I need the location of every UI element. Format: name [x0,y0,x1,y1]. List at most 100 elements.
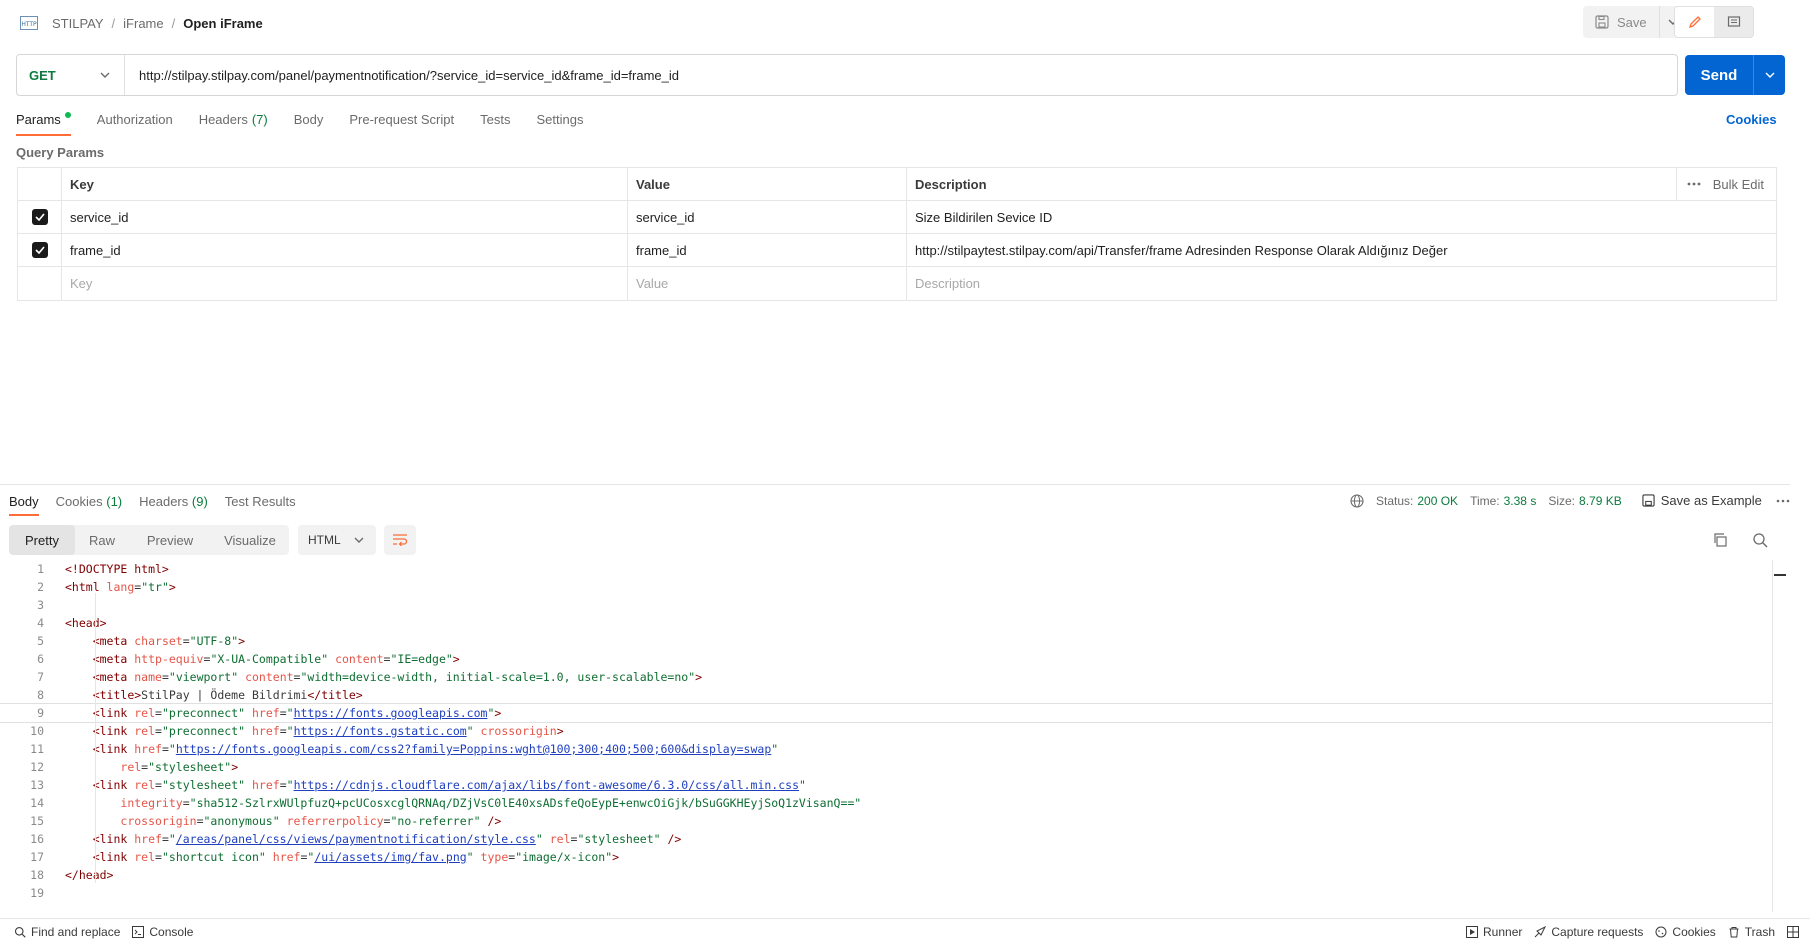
edit-mode-button[interactable] [1675,7,1714,37]
line-number: 2 [37,580,44,594]
tab-response-body[interactable]: Body [9,492,39,520]
format-raw[interactable]: Raw [75,525,129,555]
code-line: 15 crossorigin="anonymous" referrerpolic… [0,812,1772,830]
code-text: <html lang="tr"> [65,580,176,594]
tab-params[interactable]: Params [16,106,71,136]
line-number: 1 [37,562,44,576]
header-value: Value [628,168,907,200]
tab-tests[interactable]: Tests [480,106,510,136]
tab-body[interactable]: Body [294,106,324,136]
editor-scrollbar[interactable] [1772,560,1773,912]
runner-icon [1466,926,1478,938]
query-params-table: Key Value Description Bulk Edit service_… [17,167,1777,301]
chevron-down-icon [354,537,364,543]
code-line: 5 <meta charset="UTF-8"> [0,632,1772,650]
param-description[interactable]: http://stilpaytest.stilpay.com/api/Trans… [907,234,1776,266]
save-button[interactable]: Save [1583,6,1659,38]
format-preview[interactable]: Preview [129,525,211,555]
param-key[interactable]: frame_id [62,234,628,266]
more-options-icon[interactable] [1776,499,1790,503]
copy-icon[interactable] [1712,532,1728,548]
line-number: 8 [37,688,44,702]
request-tabs: Params Authorization Headers (7) Body Pre… [16,106,609,136]
param-key[interactable]: service_id [62,201,628,233]
tab-settings[interactable]: Settings [536,106,583,136]
code-line: 1 <!DOCTYPE html> [0,560,1772,578]
code-line: 19 [0,884,1772,902]
response-status-bar: Status: 200 OK Time: 3.38 s Size: 8.79 KB S… [1350,493,1790,508]
breadcrumb-collection[interactable]: STILPAY [52,16,104,31]
send-options-button[interactable] [1753,55,1785,95]
pane-divider[interactable] [0,484,1790,485]
find-replace-button[interactable]: Find and replace [14,925,120,939]
cookies-button[interactable]: Cookies [1655,925,1716,939]
row-checkbox[interactable] [31,242,48,258]
line-number: 16 [30,832,44,846]
param-value[interactable]: service_id [628,201,907,233]
request-name[interactable]: Open iFrame [183,16,262,31]
code-line: 3 [0,596,1772,614]
comments-button[interactable] [1714,7,1753,37]
url-input[interactable]: http://stilpay.stilpay.com/panel/payment… [125,68,679,83]
globe-icon[interactable] [1350,493,1364,508]
search-icon[interactable] [1752,532,1768,548]
runner-button[interactable]: Runner [1466,925,1522,939]
time-label: Time: [1470,493,1500,508]
trash-button[interactable]: Trash [1728,925,1775,939]
tab-response-cookies[interactable]: Cookies (1) [56,492,122,520]
table-row: service_id service_id Size Bildirilen Se… [18,201,1776,234]
query-params-title: Query Params [16,145,105,160]
tab-pre-request-script[interactable]: Pre-request Script [349,106,454,136]
method-select[interactable]: GET [17,55,125,95]
line-number: 3 [37,598,44,612]
tab-test-results[interactable]: Test Results [225,492,296,520]
capture-requests-button[interactable]: Capture requests [1534,925,1643,939]
line-number: 18 [30,868,44,882]
tab-label: Tests [480,112,511,127]
response-body-editor[interactable]: 1 <!DOCTYPE html> 2 <html lang="tr"> 3 4 <h… [0,560,1772,912]
breadcrumb-separator: / [171,15,176,31]
language-select[interactable]: HTML [298,525,376,555]
scroll-position-marker[interactable] [1774,574,1786,576]
new-value-input[interactable]: Value [628,267,907,300]
row-check-cell [18,201,62,233]
trash-icon [1729,927,1739,938]
format-visualize[interactable]: Visualize [211,525,289,555]
save-as-example-button[interactable]: Save as Example [1642,493,1762,508]
more-options-icon[interactable] [1687,182,1701,186]
code-line: 16 <link href="/areas/panel/css/views/pa… [0,830,1772,848]
breadcrumb-folder[interactable]: iFrame [123,16,163,31]
format-pretty[interactable]: Pretty [9,525,75,555]
row-checkbox[interactable] [31,209,48,225]
time-value[interactable]: 3.38 s [1504,494,1537,508]
bulk-edit-button[interactable]: Bulk Edit [1713,177,1764,192]
code-line: 14 integrity="sha512-SzlrxWUlpfuzQ+pcUCo… [0,794,1772,812]
tab-authorization[interactable]: Authorization [97,106,173,136]
code-line: 11 <link href="https://fonts.googleapis.… [0,740,1772,758]
console-button[interactable]: Console [132,925,193,939]
table-header-row: Key Value Description Bulk Edit [18,167,1776,201]
cookies-link[interactable]: Cookies [1726,112,1777,127]
line-number: 6 [37,652,44,666]
size-value[interactable]: 8.79 KB [1579,494,1622,508]
code-text: <link href="https://fonts.googleapis.com… [92,742,779,756]
line-number: 15 [30,814,44,828]
code-text: <title>StilPay | Ödeme Bildrimi</title> [92,688,363,702]
code-text: <link rel="preconnect" href="https://fon… [92,724,564,738]
trash-label: Trash [1744,925,1776,939]
capture-icon [1535,926,1547,938]
status-value[interactable]: 200 OK [1417,494,1458,508]
new-key-input[interactable]: Key [62,267,628,300]
send-button[interactable]: Send [1685,55,1753,95]
tab-headers[interactable]: Headers (7) [199,106,268,136]
chevron-down-icon [100,72,110,78]
tab-response-headers[interactable]: Headers (9) [139,492,208,520]
new-description-input[interactable]: Description [907,267,1776,300]
layout-icon[interactable] [1787,926,1800,938]
tab-label: Test Results [224,494,296,509]
param-value[interactable]: frame_id [628,234,907,266]
wrap-lines-button[interactable] [384,525,416,555]
param-description[interactable]: Size Bildirilen Sevice ID [907,201,1776,233]
console-icon [132,926,145,938]
line-number: 19 [30,886,44,900]
